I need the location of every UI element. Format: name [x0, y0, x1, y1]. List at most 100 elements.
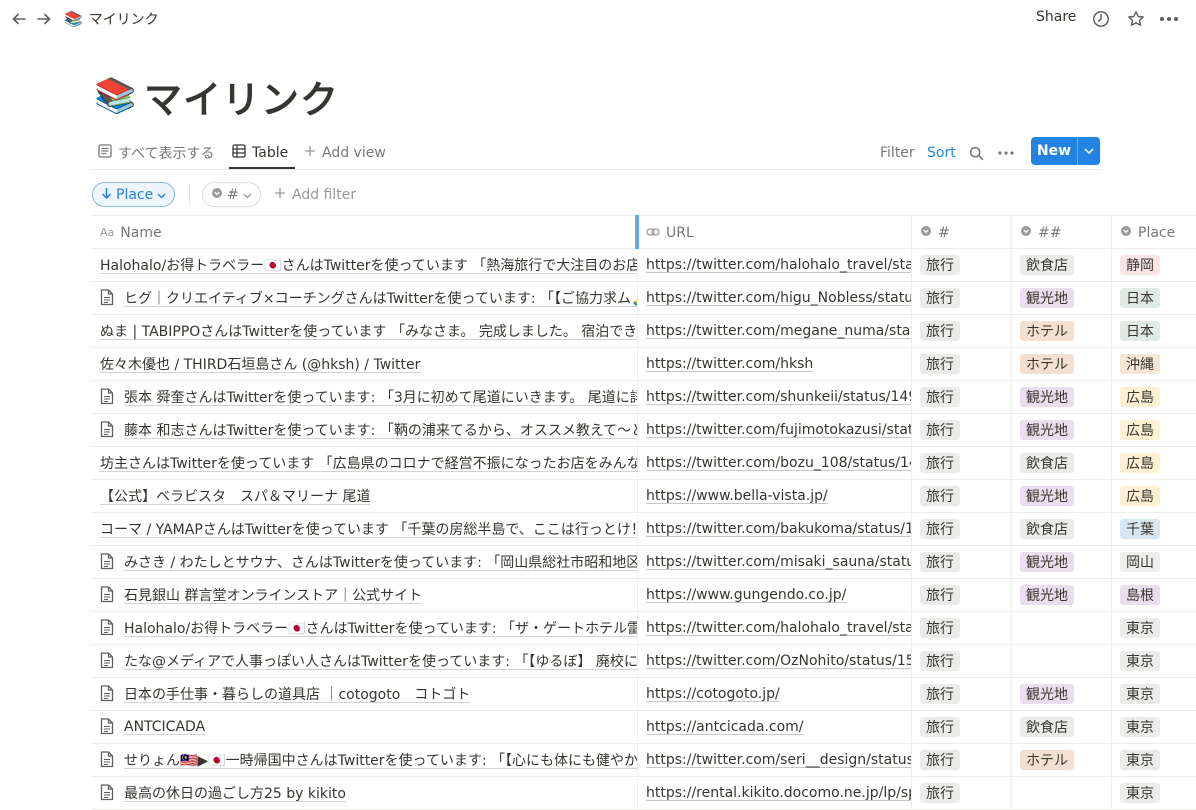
page-link[interactable]: コーマ / YAMAPさんはTwitterを使っています 「千葉の房総半島で、こ… — [100, 519, 637, 539]
url-link[interactable]: https://twitter.com/fujimotokazusi/statu… — [646, 422, 911, 438]
back-arrow-icon[interactable] — [8, 8, 30, 30]
url-link[interactable]: https://twitter.com/hksh — [646, 356, 813, 372]
url-cell[interactable]: https://twitter.com/shunkeii/status/1495… — [638, 381, 912, 413]
table-row[interactable]: みさき / わたしとサウナ、さんはTwitterを使っています: 「岡山県総社市… — [92, 546, 1196, 579]
table-row[interactable]: 張本 舜奎さんはTwitterを使っています: 「3月に初めて尾道にいきます。 … — [92, 381, 1196, 414]
page-link[interactable]: 日本の手仕事・暮らしの道具店 ｜cotogoto コトゴト — [124, 684, 470, 704]
table-row[interactable]: たな@メディアで人事っぽい人さんはTwitterを使っています: 「【ゆるぼ】 … — [92, 645, 1196, 678]
page-link[interactable]: 【公式】ベラビスタ スパ＆マリーナ 尾道 — [100, 486, 370, 506]
table-row[interactable]: 日本の手仕事・暮らしの道具店 ｜cotogoto コトゴト https://cot… — [92, 678, 1196, 711]
hash-filter-chip[interactable]: # — [202, 182, 261, 207]
table-row[interactable]: 最高の休日の過ごし方25 by kikito https://rental.kik… — [92, 777, 1196, 810]
table-row[interactable]: ANTCICADA https://antcicada.com/旅行 飲食店 東京 — [92, 711, 1196, 744]
clock-icon[interactable] — [1090, 8, 1112, 30]
hash-cell[interactable]: 旅行 — [912, 249, 1012, 281]
place-cell[interactable]: 広島 — [1112, 447, 1196, 479]
column-header-hash[interactable]: # — [912, 216, 1012, 249]
forward-arrow-icon[interactable] — [33, 8, 55, 30]
hash-cell[interactable]: 旅行 — [912, 513, 1012, 545]
place-cell[interactable]: 東京 — [1112, 645, 1196, 677]
hash2-cell[interactable] — [1012, 777, 1112, 809]
page-link[interactable]: 石見銀山 群言堂オンラインストア｜公式サイト — [124, 585, 422, 605]
page-link[interactable]: ANTCICADA — [124, 719, 205, 735]
name-cell[interactable]: Halohalo/お得トラベラー🇯🇵さんはTwitterを使っています 「熱海旅… — [92, 249, 638, 281]
place-cell[interactable]: 東京 — [1112, 777, 1196, 809]
url-cell[interactable]: https://antcicada.com/ — [638, 711, 912, 743]
table-row[interactable]: ヒグ｜クリエイティブ×コーチングさんはTwitterを使っています: 「【ご協力… — [92, 282, 1196, 315]
table-row[interactable]: 石見銀山 群言堂オンラインストア｜公式サイト https://www.gungen… — [92, 579, 1196, 612]
hash2-cell[interactable]: 観光地 — [1012, 678, 1112, 710]
hash2-cell[interactable]: 飲食店 — [1012, 711, 1112, 743]
column-header-name[interactable]: Aa Name — [92, 216, 638, 249]
hash2-cell[interactable]: 飲食店 — [1012, 249, 1112, 281]
url-cell[interactable]: https://twitter.com/megane_numa/status/ — [638, 315, 912, 347]
page-link[interactable]: みさき / わたしとサウナ、さんはTwitterを使っています: 「岡山県総社市… — [124, 552, 637, 572]
url-cell[interactable]: https://twitter.com/bozu_108/status/1429 — [638, 447, 912, 479]
url-link[interactable]: https://twitter.com/misaki_sauna/status/… — [646, 554, 911, 570]
hash2-cell[interactable]: ホテル — [1012, 744, 1112, 776]
place-cell[interactable]: 東京 — [1112, 744, 1196, 776]
hash-cell[interactable]: 旅行 — [912, 546, 1012, 578]
hash-cell[interactable]: 旅行 — [912, 315, 1012, 347]
hash2-cell[interactable] — [1012, 645, 1112, 677]
url-link[interactable]: https://www.bella-vista.jp/ — [646, 488, 828, 504]
hash2-cell[interactable] — [1012, 612, 1112, 644]
hash-cell[interactable]: 旅行 — [912, 381, 1012, 413]
name-cell[interactable]: コーマ / YAMAPさんはTwitterを使っています 「千葉の房総半島で、こ… — [92, 513, 638, 545]
new-button[interactable]: New — [1031, 137, 1100, 165]
page-link[interactable]: 坊主さんはTwitterを使っています 「広島県のコロナで経営不振になったお店を… — [100, 453, 637, 473]
name-cell[interactable]: 【公式】ベラビスタ スパ＆マリーナ 尾道 — [92, 480, 638, 512]
url-cell[interactable]: https://www.gungendo.co.jp/ — [638, 579, 912, 611]
hash-cell[interactable]: 旅行 — [912, 447, 1012, 479]
table-row[interactable]: 坊主さんはTwitterを使っています 「広島県のコロナで経営不振になったお店を… — [92, 447, 1196, 480]
name-cell[interactable]: 石見銀山 群言堂オンラインストア｜公式サイト — [92, 579, 638, 611]
url-link[interactable]: https://www.gungendo.co.jp/ — [646, 587, 846, 603]
hash2-cell[interactable]: 観光地 — [1012, 480, 1112, 512]
url-link[interactable]: https://twitter.com/bozu_108/status/1429 — [646, 455, 911, 471]
url-link[interactable]: https://twitter.com/OzNohito/status/1509 — [646, 653, 911, 669]
hash-cell[interactable]: 旅行 — [912, 414, 1012, 446]
tab-table[interactable]: Table — [232, 142, 288, 164]
url-link[interactable]: https://twitter.com/seri__design/status/… — [646, 752, 911, 768]
hash2-cell[interactable]: 飲食店 — [1012, 513, 1112, 545]
url-cell[interactable]: https://twitter.com/bakukoma/status/1273 — [638, 513, 912, 545]
url-link[interactable]: https://twitter.com/higu_Nobless/status/… — [646, 290, 911, 306]
hash-cell[interactable]: 旅行 — [912, 579, 1012, 611]
name-cell[interactable]: 張本 舜奎さんはTwitterを使っています: 「3月に初めて尾道にいきます。 … — [92, 381, 638, 413]
hash-cell[interactable]: 旅行 — [912, 678, 1012, 710]
table-row[interactable]: 藤本 和志さんはTwitterを使っています: 「鞆の浦来てるから、オススメ教え… — [92, 414, 1196, 447]
place-cell[interactable]: 千葉 — [1112, 513, 1196, 545]
url-cell[interactable]: https://twitter.com/hksh — [638, 348, 912, 380]
hash2-cell[interactable]: 飲食店 — [1012, 447, 1112, 479]
sort-button[interactable]: Sort — [927, 142, 956, 164]
place-cell[interactable]: 東京 — [1112, 678, 1196, 710]
filter-button[interactable]: Filter — [880, 142, 915, 164]
place-cell[interactable]: 広島 — [1112, 480, 1196, 512]
url-cell[interactable]: https://twitter.com/misaki_sauna/status/… — [638, 546, 912, 578]
url-cell[interactable]: https://cotogoto.jp/ — [638, 678, 912, 710]
url-cell[interactable]: https://rental.kikito.docomo.ne.jp/lp/sp… — [638, 777, 912, 809]
table-row[interactable]: せりょん🇲🇾▶🇯🇵一時帰国中さんはTwitterを使っています: 「【心にも体に… — [92, 744, 1196, 777]
place-cell[interactable]: 東京 — [1112, 711, 1196, 743]
name-cell[interactable]: ぬま | TABIPPOさんはTwitterを使っています 「みなさま。 完成し… — [92, 315, 638, 347]
page-link[interactable]: 張本 舜奎さんはTwitterを使っています: 「3月に初めて尾道にいきます。 … — [124, 387, 637, 407]
table-row[interactable]: Halohalo/お得トラベラー🇯🇵さんはTwitterを使っています 「熱海旅… — [92, 249, 1196, 282]
star-icon[interactable] — [1125, 8, 1147, 30]
tab-all[interactable]: すべて表示する — [98, 142, 214, 164]
url-link[interactable]: https://twitter.com/shunkeii/status/1495… — [646, 389, 911, 405]
table-row[interactable]: 佐々木優也 / THIRD石垣島さん (@hksh) / Twitter http… — [92, 348, 1196, 381]
place-cell[interactable]: 静岡 — [1112, 249, 1196, 281]
more-icon[interactable] — [1158, 8, 1180, 30]
page-link[interactable]: せりょん🇲🇾▶🇯🇵一時帰国中さんはTwitterを使っています: 「【心にも体に… — [124, 750, 637, 770]
url-link[interactable]: https://twitter.com/bakukoma/status/1273 — [646, 521, 911, 537]
name-cell[interactable]: たな@メディアで人事っぽい人さんはTwitterを使っています: 「【ゆるぼ】 … — [92, 645, 638, 677]
name-cell[interactable]: 佐々木優也 / THIRD石垣島さん (@hksh) / Twitter — [92, 348, 638, 380]
url-link[interactable]: https://twitter.com/halohalo_travel/stat… — [646, 257, 911, 273]
page-link[interactable]: たな@メディアで人事っぽい人さんはTwitterを使っています: 「【ゆるぼ】 … — [124, 651, 637, 671]
table-row[interactable]: コーマ / YAMAPさんはTwitterを使っています 「千葉の房総半島で、こ… — [92, 513, 1196, 546]
url-cell[interactable]: https://twitter.com/fujimotokazusi/statu… — [638, 414, 912, 446]
url-cell[interactable]: https://twitter.com/seri__design/status/… — [638, 744, 912, 776]
hash-cell[interactable]: 旅行 — [912, 777, 1012, 809]
url-link[interactable]: https://twitter.com/halohalo_travel/stat… — [646, 620, 911, 636]
hash2-cell[interactable]: 観光地 — [1012, 282, 1112, 314]
